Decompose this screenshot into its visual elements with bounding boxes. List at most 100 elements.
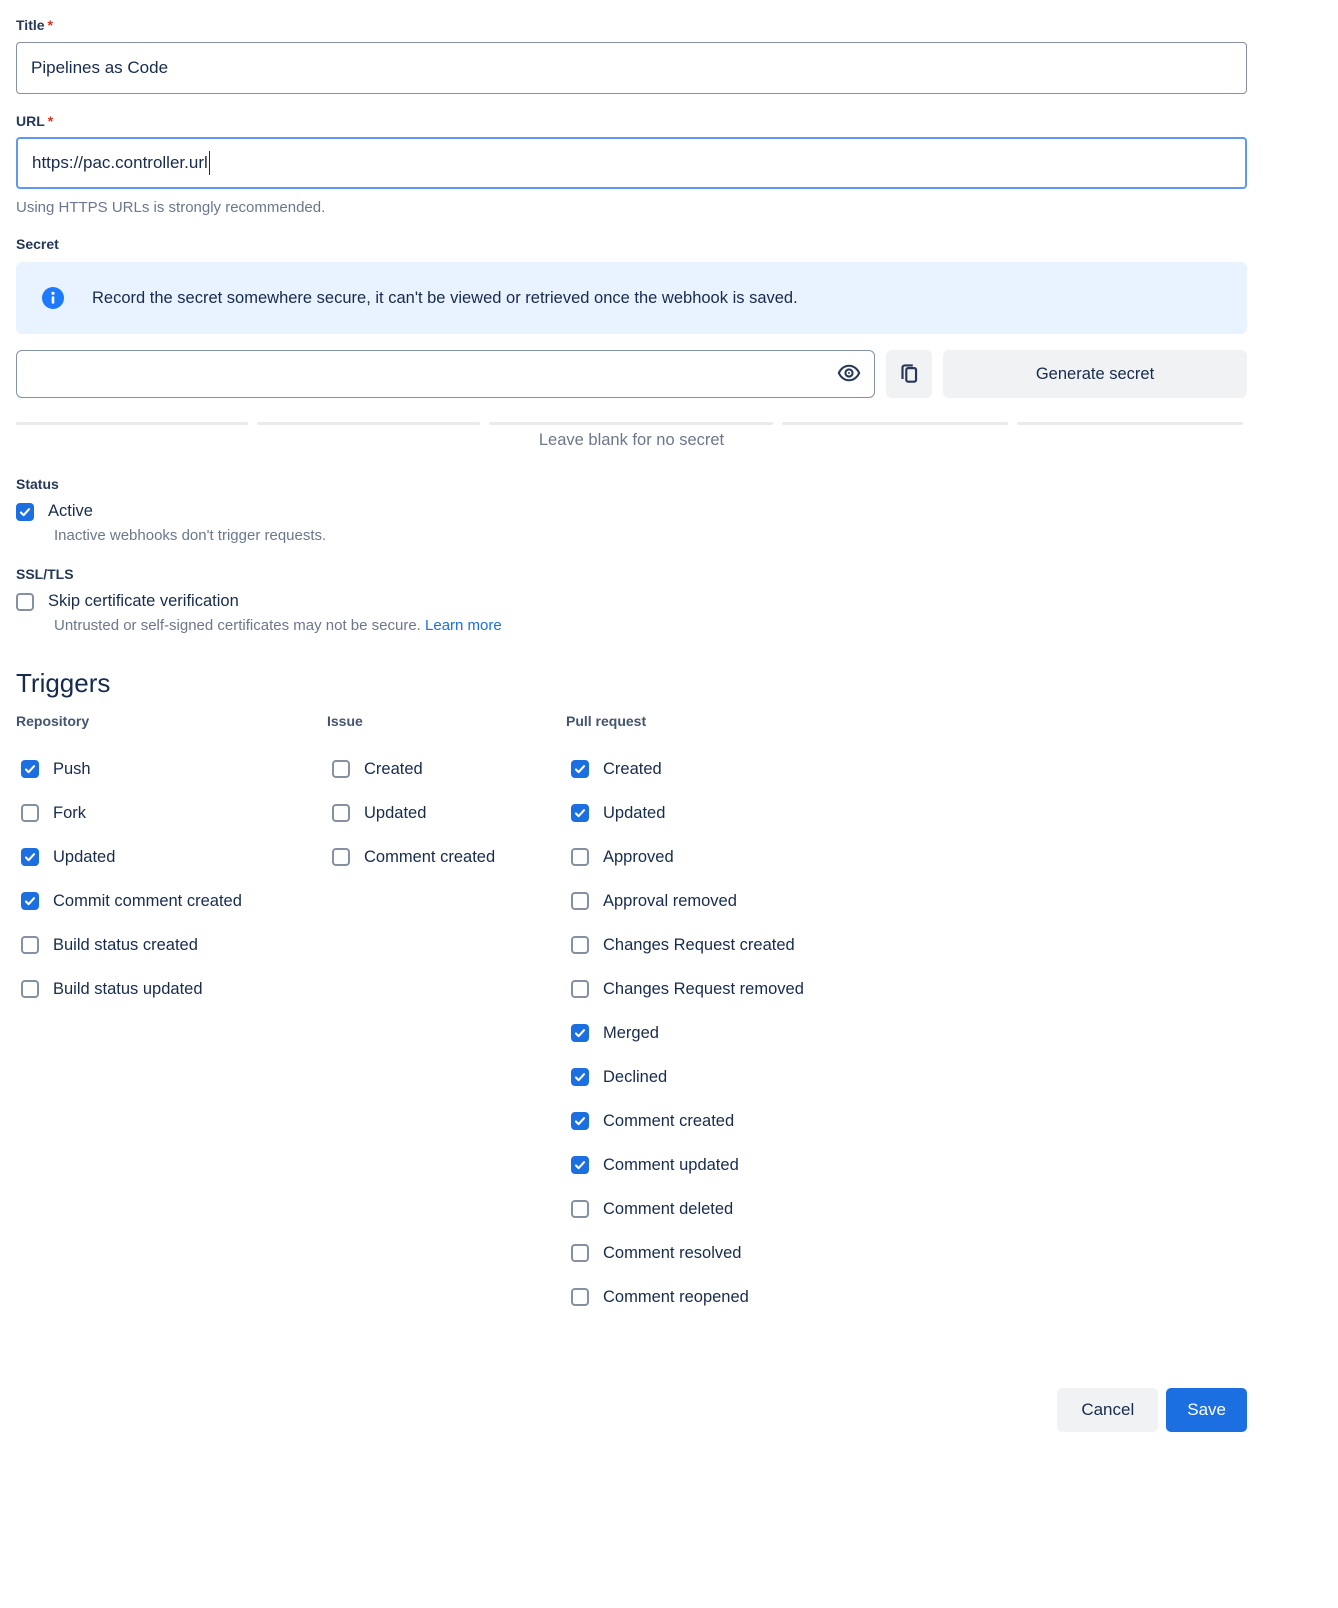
trigger-label: Comment reopened [603,1288,749,1307]
divider-segment [1017,422,1243,425]
trigger-label: Comment created [603,1112,734,1131]
checkbox-checked-icon[interactable] [21,760,39,778]
checkbox-unchecked-icon[interactable] [21,936,39,954]
url-input-value: https://pac.controller.url [32,153,208,173]
copy-icon [896,360,922,389]
triggers-column-pull-request: Pull request Created Updated Approved Approv… [566,713,1247,1331]
checkbox-unchecked-icon[interactable] [571,892,589,910]
generate-secret-button[interactable]: Generate secret [943,350,1247,398]
trigger-label: Changes Request created [603,936,795,955]
triggers-column-header: Repository [16,713,327,729]
text-cursor [209,151,211,175]
trigger-checkbox-row[interactable]: Declined [571,1067,667,1087]
trigger-checkbox-row[interactable]: Comment reopened [571,1287,749,1307]
ssl-section-label: SSL/TLS [16,566,1247,582]
checkbox-checked-icon[interactable] [571,1112,589,1130]
trigger-checkbox-row[interactable]: Approved [571,847,674,867]
checkbox-unchecked-icon[interactable] [16,593,34,611]
trigger-checkbox-row[interactable]: Build status created [21,935,198,955]
cancel-button[interactable]: Cancel [1057,1388,1158,1432]
triggers-heading: Triggers [16,668,1247,699]
trigger-checkbox-row[interactable]: Created [332,759,423,779]
trigger-label: Declined [603,1068,667,1087]
trigger-checkbox-row[interactable]: Comment created [332,847,495,867]
divider-segment [257,422,480,425]
trigger-checkbox-row[interactable]: Comment created [571,1111,734,1131]
secret-hint-text: Leave blank for no secret [16,431,1247,450]
learn-more-link[interactable]: Learn more [425,617,502,634]
trigger-checkbox-row[interactable]: Comment updated [571,1155,739,1175]
triggers-column-items: Created Updated Approved Approval removed Ch… [566,759,1247,1307]
checkbox-unchecked-icon[interactable] [571,848,589,866]
copy-secret-button[interactable] [886,350,932,398]
url-input[interactable]: https://pac.controller.url [16,137,1247,189]
checkbox-unchecked-icon[interactable] [571,936,589,954]
checkbox-unchecked-icon[interactable] [332,848,350,866]
trigger-checkbox-row[interactable]: Commit comment created [21,891,242,911]
checkbox-unchecked-icon[interactable] [571,1200,589,1218]
checkbox-unchecked-icon[interactable] [571,1288,589,1306]
trigger-label: Commit comment created [53,892,242,911]
trigger-label: Approved [603,848,674,867]
checkbox-checked-icon[interactable] [21,892,39,910]
info-icon [41,286,65,310]
trigger-checkbox-row[interactable]: Comment resolved [571,1243,741,1263]
trigger-checkbox-row[interactable]: Build status updated [21,979,203,999]
checkbox-unchecked-icon[interactable] [332,760,350,778]
trigger-label: Merged [603,1024,659,1043]
ssl-skip-verification-checkbox-row[interactable]: Skip certificate verification [16,592,239,611]
form-actions: Cancel Save [16,1388,1247,1432]
trigger-checkbox-row[interactable]: Updated [21,847,115,867]
status-active-checkbox-row[interactable]: Active [16,502,93,521]
url-label-text: URL [16,113,45,129]
trigger-label: Changes Request removed [603,980,804,999]
url-field-label: URL* [16,113,1247,129]
checkbox-checked-icon[interactable] [571,760,589,778]
trigger-checkbox-row[interactable]: Created [571,759,662,779]
checkbox-unchecked-icon[interactable] [21,804,39,822]
checkbox-checked-icon[interactable] [16,503,34,521]
save-button[interactable]: Save [1166,1388,1247,1432]
divider-segment [16,422,248,425]
trigger-checkbox-row[interactable]: Approval removed [571,891,737,911]
triggers-column-repository: Repository Push Fork Updated Commit comment … [16,713,327,1331]
trigger-label: Updated [603,804,665,823]
trigger-checkbox-row[interactable]: Updated [571,803,665,823]
toggle-secret-visibility-button[interactable] [835,360,863,388]
trigger-label: Updated [364,804,426,823]
checkbox-unchecked-icon[interactable] [332,804,350,822]
secret-row: Generate secret [16,350,1247,398]
trigger-checkbox-row[interactable]: Merged [571,1023,659,1043]
checkbox-checked-icon[interactable] [571,1024,589,1042]
checkbox-unchecked-icon[interactable] [571,1244,589,1262]
trigger-checkbox-row[interactable]: Push [21,759,91,779]
triggers-column-header: Pull request [566,713,1247,729]
required-asterisk: * [48,17,53,33]
triggers-column-header: Issue [327,713,566,729]
checkbox-checked-icon[interactable] [571,1068,589,1086]
checkbox-unchecked-icon[interactable] [21,980,39,998]
title-field-label: Title* [16,17,1247,33]
trigger-checkbox-row[interactable]: Updated [332,803,426,823]
checkbox-checked-icon[interactable] [21,848,39,866]
checkbox-unchecked-icon[interactable] [571,980,589,998]
title-input[interactable] [16,42,1247,94]
secret-field-label: Secret [16,236,1247,252]
trigger-checkbox-row[interactable]: Changes Request created [571,935,795,955]
required-asterisk: * [48,113,53,129]
title-label-text: Title [16,17,45,33]
trigger-checkbox-row[interactable]: Comment deleted [571,1199,733,1219]
trigger-checkbox-row[interactable]: Changes Request removed [571,979,804,999]
status-section-label: Status [16,476,1247,492]
ssl-skip-verification-label: Skip certificate verification [48,592,239,611]
triggers-columns: Repository Push Fork Updated Commit comment … [16,713,1247,1331]
divider-segment [782,422,1008,425]
checkbox-checked-icon[interactable] [571,1156,589,1174]
secret-info-banner: Record the secret somewhere secure, it c… [16,262,1247,334]
trigger-label: Comment updated [603,1156,739,1175]
secret-input[interactable] [16,350,875,398]
trigger-checkbox-row[interactable]: Fork [21,803,86,823]
triggers-column-issue: Issue Created Updated Comment created [327,713,566,1331]
checkbox-checked-icon[interactable] [571,804,589,822]
secret-divider-segments [16,422,1247,425]
